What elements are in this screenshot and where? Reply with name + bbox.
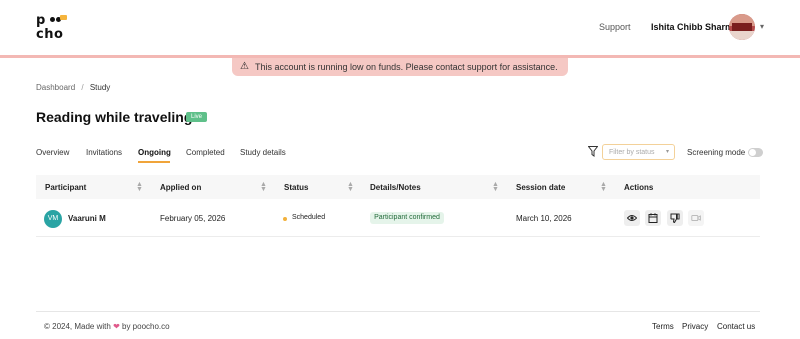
column-participant: Participant [45, 183, 87, 192]
eye-icon [627, 215, 637, 221]
participant-name[interactable]: Vaaruni M [68, 214, 106, 223]
column-status: Status [284, 183, 309, 192]
logo-text-bottom: cho [36, 27, 64, 42]
user-avatar[interactable] [729, 14, 755, 40]
table-header: Participant ▲ ▼ Applied on ▲ ▼ Status ▲ ▼ D… [36, 175, 760, 199]
live-badge: Live [186, 112, 207, 122]
applied-on-value: February 05, 2026 [160, 214, 226, 223]
support-link[interactable]: Support [599, 22, 631, 32]
screening-mode-label: Screening mode [687, 148, 746, 157]
page-title: Reading while traveling [36, 109, 193, 125]
chevron-down-icon[interactable]: ▾ [760, 22, 764, 31]
video-call-button[interactable] [688, 210, 704, 226]
breadcrumb-separator: / [81, 83, 84, 92]
copyright: © 2024, Made with ❤ by poocho.co [44, 322, 170, 331]
thumbs-down-icon [670, 213, 680, 223]
notes-badge: Participant confirmed [370, 212, 444, 224]
tab-ongoing[interactable]: Ongoing [138, 148, 171, 157]
top-header: p cho Support Ishita Chibb Sharma ▾ [0, 0, 800, 56]
logo-tag [60, 15, 67, 20]
tab-invitations[interactable]: Invitations [86, 148, 122, 157]
user-name[interactable]: Ishita Chibb Sharma [651, 22, 738, 32]
session-date-value: March 10, 2026 [516, 214, 572, 223]
low-funds-banner: ⚠ This account is running low on funds. … [232, 58, 568, 76]
terms-link[interactable]: Terms [652, 322, 674, 331]
sort-icon[interactable]: ▲ ▼ [347, 181, 354, 193]
video-icon [691, 215, 701, 221]
breadcrumb: Dashboard / Study [36, 83, 110, 92]
copyright-suffix: by poocho.co [122, 322, 170, 331]
chevron-down-icon: ▾ [666, 149, 670, 155]
column-details-notes: Details/Notes [370, 183, 421, 192]
breadcrumb-study: Study [89, 83, 111, 92]
screening-mode-toggle[interactable] [748, 148, 763, 157]
tab-overview[interactable]: Overview [36, 148, 69, 157]
heart-icon: ❤ [113, 322, 120, 331]
column-session-date: Session date [516, 183, 566, 192]
contact-us-link[interactable]: Contact us [717, 322, 755, 331]
sort-icon[interactable]: ▲ ▼ [136, 181, 143, 193]
column-applied-on: Applied on [160, 183, 202, 192]
privacy-link[interactable]: Privacy [682, 322, 708, 331]
view-button[interactable] [624, 210, 640, 226]
filter-icon[interactable] [588, 146, 598, 157]
calendar-icon [648, 213, 658, 223]
status-dot [283, 217, 287, 221]
status-value: Scheduled [292, 214, 326, 221]
tab-completed[interactable]: Completed [186, 148, 225, 157]
footer-divider [36, 311, 760, 312]
participant-avatar: VM [44, 210, 62, 228]
sort-icon[interactable]: ▲ ▼ [260, 181, 267, 193]
tab-study-details[interactable]: Study details [240, 148, 286, 157]
column-actions: Actions [624, 183, 654, 192]
copyright-prefix: © 2024, Made with [44, 322, 111, 331]
sort-icon[interactable]: ▲ ▼ [600, 181, 607, 193]
sort-icon[interactable]: ▲ ▼ [492, 181, 499, 193]
status-filter-select[interactable]: Filter by status ▾ [602, 144, 675, 160]
reject-button[interactable] [667, 210, 683, 226]
logo-text-top: p [36, 13, 46, 28]
warning-icon: ⚠ [240, 61, 249, 72]
table-row[interactable]: VM Vaaruni M February 05, 2026 Scheduled… [36, 200, 760, 237]
schedule-button[interactable] [645, 210, 661, 226]
poocho-logo[interactable]: p cho [36, 12, 76, 42]
banner-text: This account is running low on funds. Pl… [255, 62, 558, 72]
status-filter-placeholder: Filter by status [609, 149, 655, 156]
active-tab-indicator [138, 161, 170, 163]
breadcrumb-dashboard[interactable]: Dashboard [36, 83, 75, 92]
